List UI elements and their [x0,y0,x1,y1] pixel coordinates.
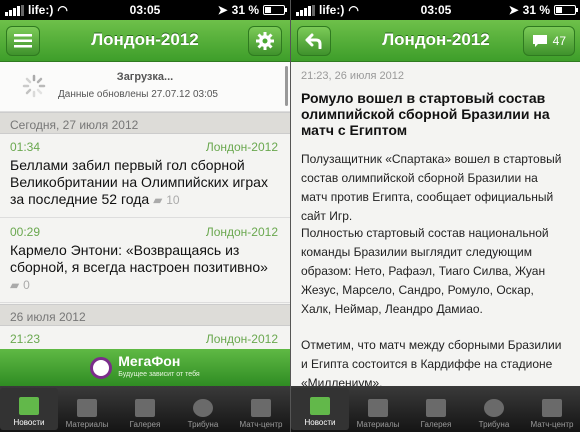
article-body: 21:23, 26 июля 2012 Ромуло вошел в старт… [291,62,580,390]
tab-label: Трибуна [187,420,219,429]
article-screen: life:) ◠ 03:05 ➤ 31 % Лондон-2012 47 21:23… [290,0,580,432]
status-bar: life:) ◠ 03:05 ➤ 31 % [291,0,580,20]
news-item[interactable]: 00:29 Лондон-2012 Кармело Энтони: «Возвр… [0,219,290,303]
megafon-logo-icon [90,356,113,379]
date-section-header: 26 июля 2012 [0,304,290,326]
comments-count: 47 [552,34,566,48]
date-section-header: Сегодня, 27 июля 2012 [0,112,290,134]
comment-count: 10 [166,193,180,207]
news-time: 00:29 [10,225,41,239]
banner-slogan: Будущее зависит от тебя [118,370,200,378]
news-icon [310,397,330,415]
materials-icon [368,399,388,417]
page-title: Лондон-2012 [91,30,199,49]
tab-materials[interactable]: Материалы [58,386,116,432]
battery-icon [263,5,287,15]
tab-bar: Новости Материалы Галерея Трибуна Матч-ц… [0,386,290,432]
tab-gallery[interactable]: Галерея [407,386,465,432]
article-timestamp: 21:23, 26 июля 2012 [301,70,404,82]
nav-bar: Лондон-2012 [0,20,290,62]
tab-tribune[interactable]: Трибуна [465,386,523,432]
battery-icon [554,5,578,15]
tab-match-center[interactable]: Матч-центр [232,386,290,432]
battery-percent: 31 % [231,3,259,17]
tab-tribune[interactable]: Трибуна [174,386,232,432]
nav-bar: Лондон-2012 47 [291,20,580,62]
tab-label: Новости [13,418,45,427]
scrollbar[interactable] [285,66,288,106]
match-center-icon [542,399,562,417]
battery-percent: 31 % [522,3,550,17]
banner-brand: МегаФон [118,352,181,369]
news-headline: Кармело Энтони: «Возвращаясь из сборной,… [10,242,268,275]
tab-label: Материалы [356,420,400,429]
materials-icon [77,399,97,417]
news-item[interactable]: 01:34 Лондон-2012 Беллами забил первый г… [0,134,290,218]
tab-label: Трибуна [478,420,510,429]
article-paragraph: Отметим, что матч между сборными Бразили… [301,338,562,390]
tab-label: Матч-центр [530,420,574,429]
tab-news[interactable]: Новости [0,388,58,430]
loading-indicator: Загрузка... Данные обновлены 27.07.12 03… [0,62,290,112]
tab-materials[interactable]: Материалы [349,386,407,432]
gallery-icon [426,399,446,417]
news-time: 21:23 [10,332,41,346]
news-category-link[interactable]: Лондон-2012 [206,225,278,239]
tab-label: Новости [304,418,336,427]
tab-label: Галерея [129,420,161,429]
news-icon [19,397,39,415]
status-bar: life:) ◠ 03:05 ➤ 31 % [0,0,290,20]
updated-label: Данные обновлены 27.07.12 03:05 [58,89,218,100]
tab-label: Галерея [420,420,452,429]
tab-gallery[interactable]: Галерея [116,386,174,432]
location-icon: ➤ [508,3,519,17]
match-center-icon [251,399,271,417]
tab-news[interactable]: Новости [291,388,349,430]
article-paragraph: Полностью стартовый состав национальной … [301,226,549,316]
news-category-link[interactable]: Лондон-2012 [206,140,278,154]
comment-count: 0 [23,278,30,292]
tribune-icon [193,399,213,417]
gear-icon [256,32,274,50]
gallery-icon [135,399,155,417]
location-icon: ➤ [217,3,228,17]
comment-icon [532,35,547,47]
ad-banner[interactable]: МегаФон Будущее зависит от тебя [0,349,290,386]
article-paragraph: Полузащитник «Спартака» вошел в стартовы… [301,152,562,223]
news-category-link[interactable]: Лондон-2012 [206,332,278,346]
comment-icon: ▰ [10,278,20,292]
comments-button[interactable]: 47 [522,26,575,56]
news-time: 01:34 [10,140,41,154]
comment-icon: ▰ [153,193,163,207]
tribune-icon [484,399,504,417]
news-headline: Беллами забил первый гол сборной Великоб… [10,157,268,207]
tab-label: Материалы [65,420,109,429]
tab-match-center[interactable]: Матч-центр [523,386,580,432]
news-list-screen: life:) ◠ 03:05 ➤ 31 % Лондон-2012 Загрузка… [0,0,290,432]
settings-button[interactable] [248,26,282,56]
tab-bar: Новости Материалы Галерея Трибуна Матч-ц… [291,386,580,432]
tab-label: Матч-центр [239,420,283,429]
news-item[interactable]: 21:23 Лондон-2012 [0,326,290,350]
loading-title: Загрузка... [116,71,174,83]
article-headline: Ромуло вошел в стартовый состав олимпийс… [301,90,550,138]
